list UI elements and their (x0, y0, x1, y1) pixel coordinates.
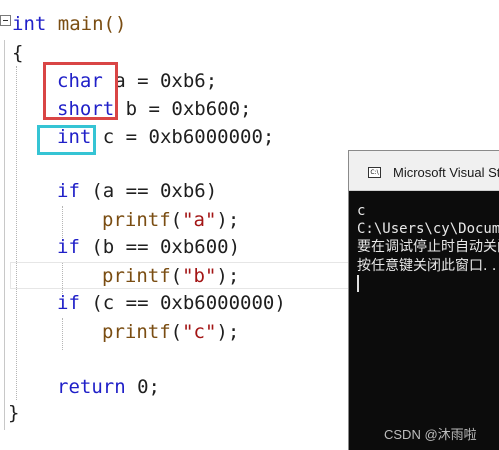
code-text: ); (216, 321, 240, 343)
keyword: if (57, 292, 80, 314)
keyword: if (57, 236, 80, 258)
code-line-6[interactable]: if (a == 0xb6) (57, 178, 217, 204)
code-text: ( (170, 265, 183, 287)
code-text: ( (170, 321, 183, 343)
collapse-toggle-icon[interactable] (0, 15, 11, 26)
code-text: c = 0xb6000000; (91, 126, 275, 148)
code-text: ); (216, 265, 240, 287)
code-line-7[interactable]: printf("a"); (102, 207, 239, 233)
console-output-line: c (357, 203, 366, 219)
code-line-13[interactable]: } (8, 400, 19, 426)
function-name: printf (102, 321, 171, 343)
console-output-line: 要在调试停止时自动关闭控制台 (357, 239, 499, 255)
console-app-icon: C:\ (368, 167, 381, 178)
console-title: Microsoft Visual Studio Debug Console (393, 165, 499, 180)
code-text: 0; (125, 376, 160, 398)
code-text: (a == 0xb6) (79, 180, 218, 202)
console-title-bar[interactable]: C:\ Microsoft Visual Studio Debug Consol… (349, 151, 499, 191)
function-name: printf (102, 265, 171, 287)
code-line-1[interactable]: int main() (12, 11, 126, 37)
watermark: CSDN @沐雨啦 (384, 427, 477, 442)
code-text: a = 0xb6; (102, 70, 218, 92)
code-text: ); (216, 209, 240, 231)
code-line-9[interactable]: printf("b"); (102, 263, 239, 289)
string-literal: "a" (182, 209, 217, 231)
code-text: (b == 0xb600) (79, 236, 241, 258)
code-text: main() (46, 13, 127, 35)
code-line-2[interactable]: { (12, 40, 23, 66)
code-text: ( (170, 209, 183, 231)
console-output-line: C:\Users\cy\Documents (357, 221, 499, 237)
code-line-8[interactable]: if (b == 0xb600) (57, 234, 240, 260)
keyword: return (57, 376, 126, 398)
text-cursor (357, 275, 359, 292)
outline-gutter (4, 40, 5, 430)
keyword: int (12, 13, 47, 35)
highlight-box-cyan (37, 125, 96, 155)
code-line-11[interactable]: printf("c"); (102, 319, 239, 345)
code-text: b = 0xb600; (114, 98, 252, 120)
string-literal: "b" (182, 265, 217, 287)
console-output-line: 按任意键关闭此窗口. . . (357, 258, 499, 274)
code-text: (c == 0xb6000000) (79, 292, 286, 314)
debug-console-window[interactable]: C:\ Microsoft Visual Studio Debug Consol… (348, 150, 499, 450)
highlight-box-red (43, 62, 118, 120)
indent-guide (62, 318, 63, 350)
string-literal: "c" (182, 321, 217, 343)
code-line-12[interactable]: return 0; (57, 374, 160, 400)
code-line-10[interactable]: if (c == 0xb6000000) (57, 290, 286, 316)
keyword: if (57, 180, 80, 202)
indent-guide (16, 66, 17, 400)
function-name: printf (102, 209, 171, 231)
